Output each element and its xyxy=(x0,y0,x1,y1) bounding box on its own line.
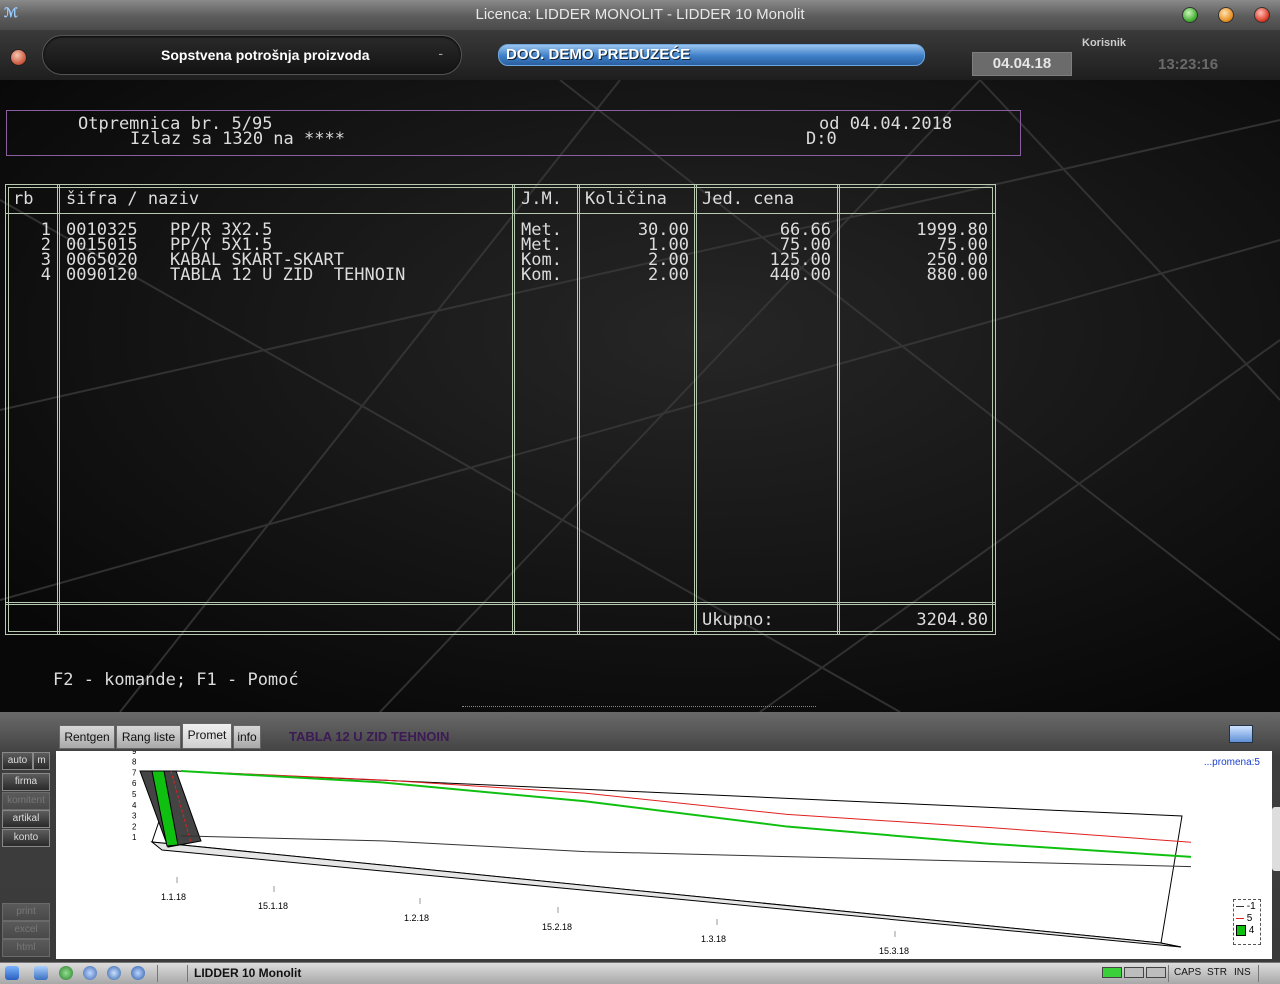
splitter-handle[interactable] xyxy=(462,706,816,707)
chart-x-tick: 1.1.18 xyxy=(161,892,186,902)
chart-y-tick: 3 xyxy=(132,812,137,821)
col-header-code-name: šifra / naziv xyxy=(66,189,200,209)
tab-promet[interactable]: Promet xyxy=(182,723,232,749)
info-icon[interactable] xyxy=(131,966,145,980)
terminal-area: Otpremnica br. 5/95 Izlaz sa 1320 na ***… xyxy=(0,80,1280,712)
legend-item-3: 4 xyxy=(1236,925,1254,936)
chart-x-tick: 15.2.18 xyxy=(542,922,572,932)
chart-y-tick: 7 xyxy=(132,768,137,777)
document-d-flag: D:0 xyxy=(806,129,837,149)
promet-chart: 1 2 3 4 5 6 7 8 9 1.1.18 15.1.18 1.2.18 15.2.18 1.3.1… xyxy=(56,751,1272,959)
panel-product-name: TABLA 12 U ZID TEHNOIN xyxy=(289,729,450,744)
document-date: od 04.04.2018 xyxy=(819,114,953,134)
analysis-panel: Rentgen Rang liste Promet info TABLA 12 … xyxy=(0,712,1280,962)
konto-button[interactable]: konto xyxy=(2,829,50,847)
chart-y-tick: 6 xyxy=(132,779,137,788)
col-header-quantity: Količina xyxy=(585,189,667,209)
app-header: Sopstvena potrošnja proizvoda - DOO. DEM… xyxy=(0,30,1280,80)
m-button[interactable]: m xyxy=(33,752,50,770)
module-selector[interactable]: Sopstvena potrošnja proizvoda - xyxy=(42,35,462,75)
chart-y-tick: 2 xyxy=(132,822,137,831)
network-icon[interactable] xyxy=(5,966,19,980)
col-header-rb: rb xyxy=(13,189,34,209)
indicator-grey-1 xyxy=(1124,967,1144,978)
ins-indicator: INS xyxy=(1234,967,1251,978)
indicator-grey-2 xyxy=(1146,967,1166,978)
cell-rb: 4 xyxy=(40,265,51,285)
menu-orb-button[interactable] xyxy=(10,49,27,66)
tab-rentgen[interactable]: Rentgen xyxy=(59,725,115,749)
cell-unit: Kom. xyxy=(521,265,562,285)
caps-indicator: CAPS xyxy=(1174,967,1202,978)
taskbar: LIDDER 10 Monolit CAPS STR INS xyxy=(0,962,1280,984)
cell-qty: 2.00 xyxy=(648,265,689,285)
header-date: 04.04.18 xyxy=(972,52,1072,76)
chart-svg: 1234567891.1.1815.1.181.2.1815.2.181.3.1… xyxy=(132,751,1192,956)
module-title: Sopstvena potrošnja proizvoda xyxy=(161,47,370,63)
globe-icon[interactable] xyxy=(59,966,73,980)
promena-label: ...promena:5 xyxy=(1203,757,1260,768)
cell-code: 0090120 xyxy=(66,265,138,285)
total-label: Ukupno: xyxy=(702,610,774,630)
company-name-bar: DOO. DEMO PREDUZEĆE xyxy=(498,44,925,66)
indicator-green xyxy=(1102,967,1122,978)
chart-y-tick: 5 xyxy=(132,790,137,799)
chart-x-tick: 15.3.18 xyxy=(879,946,909,956)
cell-name: TABLA 12 U ZID TEHNOIN xyxy=(170,265,406,285)
module-dash: - xyxy=(438,45,443,61)
tab-rang-liste[interactable]: Rang liste xyxy=(116,725,181,749)
panel-collapse-handle[interactable] xyxy=(1272,807,1280,871)
user-icon[interactable] xyxy=(83,966,97,980)
komitent-button[interactable]: komitent xyxy=(2,792,50,810)
chart-y-tick: 8 xyxy=(132,758,137,767)
auto-button[interactable]: auto xyxy=(2,752,33,770)
minimize-button[interactable] xyxy=(1182,7,1198,23)
chart-y-tick: 1 xyxy=(132,833,137,842)
cell-price: 440.00 xyxy=(769,265,831,285)
str-indicator: STR xyxy=(1207,967,1227,978)
total-value: 3204.80 xyxy=(916,610,988,630)
company-name: DOO. DEMO PREDUZEĆE xyxy=(506,46,691,63)
chart-legend: -1 5 4 xyxy=(1233,899,1261,945)
html-button[interactable]: html xyxy=(2,939,50,957)
check-icon[interactable] xyxy=(107,966,121,980)
maximize-button[interactable] xyxy=(1218,7,1234,23)
chart-x-tick: 1.3.18 xyxy=(701,934,726,944)
tab-info[interactable]: info xyxy=(233,725,261,749)
help-text: F2 - komande; F1 - Pomoć xyxy=(53,670,299,690)
chart-y-tick: 9 xyxy=(132,751,137,756)
chart-x-tick: 15.1.18 xyxy=(258,901,288,911)
col-header-unit: J.M. xyxy=(521,189,562,209)
print-button[interactable]: print xyxy=(2,903,50,921)
chart-x-tick: 1.2.18 xyxy=(404,913,429,923)
window-titlebar[interactable]: ℳ Licenca: LIDDER MONOLIT - LIDDER 10 Mo… xyxy=(0,0,1280,30)
chart-y-tick: 4 xyxy=(132,801,137,810)
firma-button[interactable]: firma xyxy=(2,773,50,791)
monitor-icon[interactable] xyxy=(1229,725,1253,743)
user-label: Korisnik xyxy=(1082,37,1127,49)
excel-button[interactable]: excel xyxy=(2,921,50,939)
window-icon[interactable] xyxy=(34,966,48,980)
col-header-unit-price: Jed. cena xyxy=(702,189,795,209)
close-button[interactable] xyxy=(1254,7,1270,23)
header-time: 13:23:16 xyxy=(1158,56,1219,73)
cell-total: 880.00 xyxy=(926,265,988,285)
window-title: Licenca: LIDDER MONOLIT - LIDDER 10 Mono… xyxy=(475,6,805,23)
taskbar-app-label[interactable]: LIDDER 10 Monolit xyxy=(194,966,301,980)
legend-item-1: -1 xyxy=(1236,901,1256,912)
artikal-button[interactable]: artikal xyxy=(2,810,50,828)
document-subtitle: Izlaz sa 1320 na **** xyxy=(130,129,345,149)
legend-item-2: 5 xyxy=(1236,913,1252,924)
